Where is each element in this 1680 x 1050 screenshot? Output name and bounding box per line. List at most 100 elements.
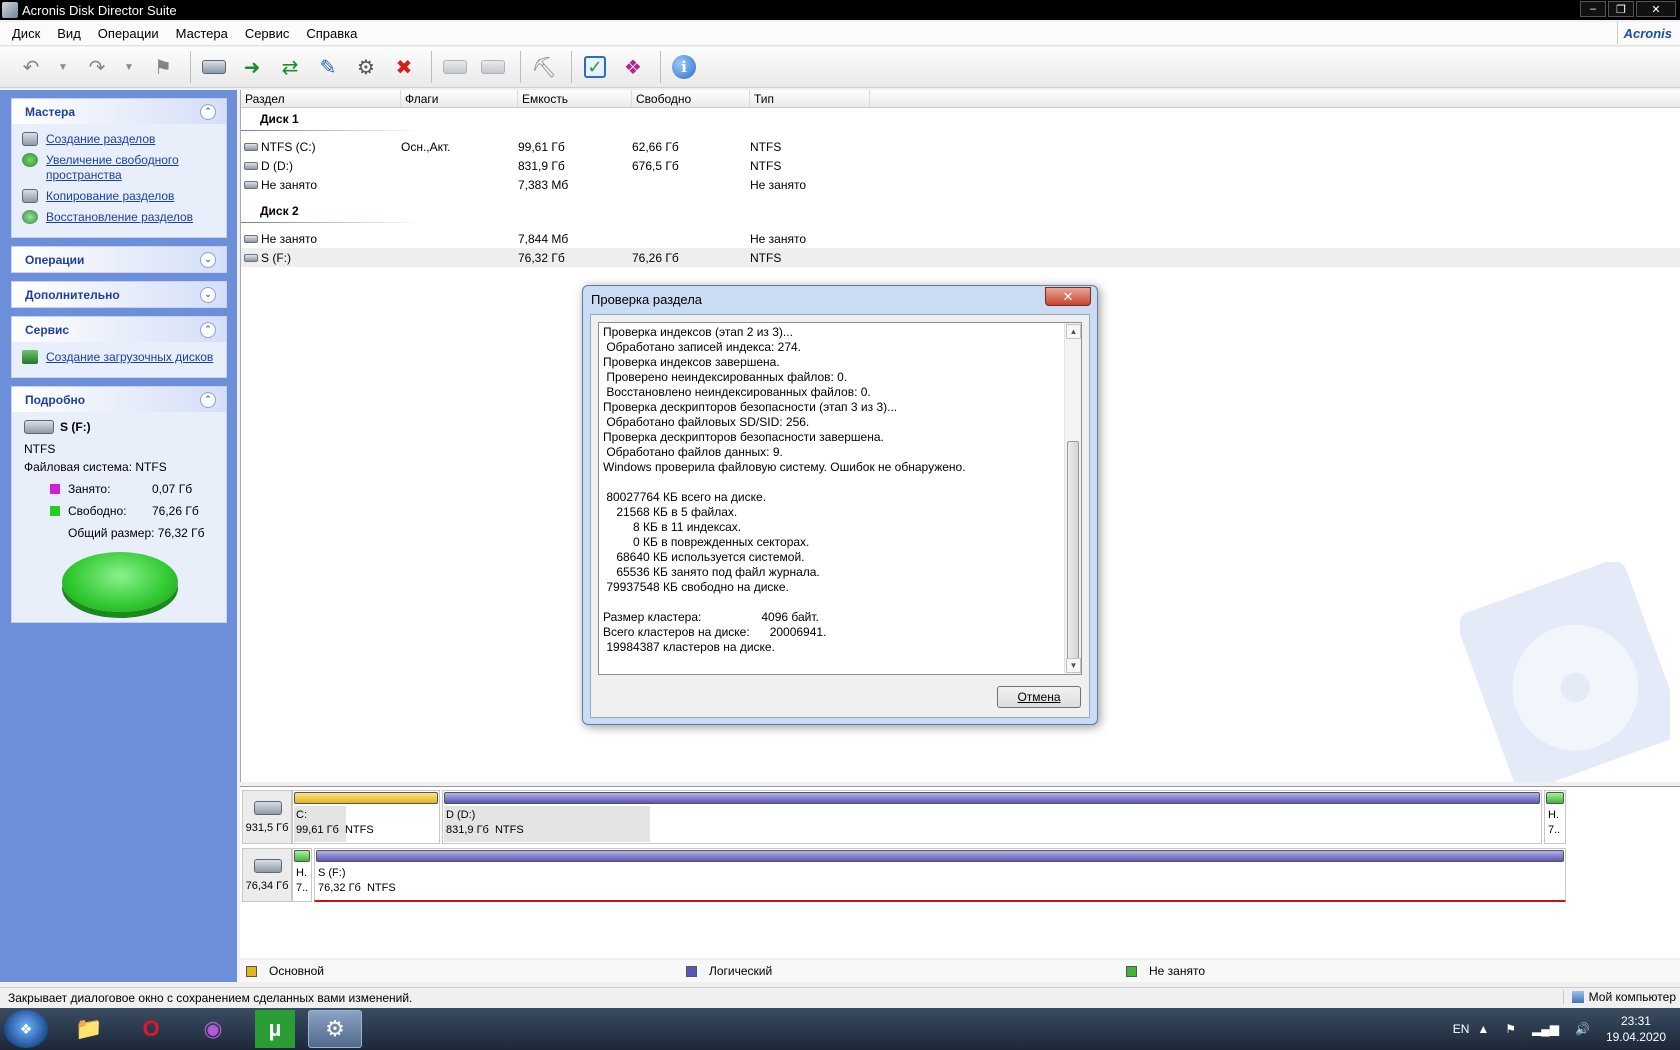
operations-section-header[interactable]: Операции ⌄ bbox=[12, 247, 226, 272]
redo-icon[interactable]: ↷ bbox=[80, 50, 114, 84]
delete-partition-icon[interactable]: ✖ bbox=[387, 50, 421, 84]
boot-disk-icon bbox=[22, 350, 38, 364]
resize-partition-icon[interactable]: ➜ bbox=[235, 50, 269, 84]
free-value: 76,26 Гб bbox=[152, 504, 199, 518]
explorer-taskbar-icon[interactable]: 📁 bbox=[62, 1010, 116, 1048]
menu-disk[interactable]: Диск bbox=[12, 26, 40, 41]
create-partition-link[interactable]: Создание разделов bbox=[22, 132, 220, 147]
collapse-chevron-icon[interactable]: ⌃ bbox=[200, 103, 216, 120]
collapse-chevron-icon[interactable]: ⌃ bbox=[200, 391, 216, 408]
minimize-button[interactable]: – bbox=[1580, 1, 1606, 17]
menu-wizards[interactable]: Мастера bbox=[176, 26, 228, 41]
table-row[interactable]: NTFS (C:) Осн.,Акт. 99,61 Гб 62,66 Гб NTFS bbox=[241, 137, 1680, 156]
collapse-chevron-icon[interactable]: ⌃ bbox=[200, 321, 216, 338]
partition-block-c[interactable]: C: 99,61 Гб NTFS bbox=[292, 790, 440, 844]
undo-dropdown-icon[interactable]: ▼ bbox=[52, 50, 74, 84]
title-bar: Acronis Disk Director Suite – ❐ ✕ bbox=[0, 0, 1680, 20]
partition-block-s[interactable]: S (F:) 76,32 Гб NTFS bbox=[314, 848, 1566, 902]
recover-partition-link[interactable]: Восстановление разделов bbox=[22, 210, 220, 225]
menu-service[interactable]: Сервис bbox=[245, 26, 290, 41]
advanced-section-header[interactable]: Дополнительно ⌄ bbox=[12, 282, 226, 307]
column-capacity[interactable]: Емкость bbox=[518, 90, 632, 107]
column-flags[interactable]: Флаги bbox=[401, 90, 518, 107]
volume-icon[interactable]: 🔊 bbox=[1575, 1022, 1590, 1036]
commit-flag-icon[interactable]: ⚑ bbox=[146, 50, 180, 84]
expand-chevron-icon[interactable]: ⌄ bbox=[200, 251, 216, 268]
partition-block-d[interactable]: D (D:) 831,9 Гб NTFS bbox=[442, 790, 1542, 844]
utorrent-taskbar-icon[interactable]: µ bbox=[255, 1010, 295, 1048]
scroll-thumb[interactable] bbox=[1067, 441, 1079, 659]
cancel-button[interactable]: Отмена bbox=[997, 686, 1081, 708]
toolbar-separator bbox=[431, 51, 432, 83]
disk-map-row-2: 76,34 Гб Н. 7.. S (F:) 76,32 Гб NTFS bbox=[240, 848, 1680, 902]
start-button-windows-icon[interactable]: ❖ bbox=[4, 1010, 48, 1048]
clock-time: 23:31 bbox=[1620, 1014, 1651, 1028]
format-partition-icon[interactable]: ⚙ bbox=[349, 50, 383, 84]
total-size: Общий размер: 76,32 Гб bbox=[68, 526, 205, 540]
check-log-text: Проверка индексов (этап 2 из 3)... Обраб… bbox=[603, 325, 966, 654]
defragment-icon[interactable]: ❖ bbox=[616, 50, 650, 84]
copy-partition-icon[interactable]: ⇄ bbox=[273, 50, 307, 84]
scroll-up-arrow-icon[interactable]: ▲ bbox=[1066, 324, 1081, 339]
clean-brush-icon[interactable]: ⛏ bbox=[527, 50, 561, 84]
disk-group-divider bbox=[241, 130, 541, 131]
advanced-section: Дополнительно ⌄ bbox=[11, 281, 227, 308]
log-scrollbar[interactable]: ▲ ▼ bbox=[1064, 323, 1081, 674]
convert-partition-icon[interactable] bbox=[476, 50, 510, 84]
increase-free-space-link[interactable]: Увеличение свободного пространства bbox=[22, 153, 220, 183]
label-partition-icon[interactable]: ✎ bbox=[311, 50, 345, 84]
toolbar-separator bbox=[660, 51, 661, 83]
opera-taskbar-icon[interactable]: O bbox=[124, 1010, 178, 1048]
table-row[interactable]: Не занято 7,844 Мб Не занято bbox=[241, 229, 1680, 248]
network-signal-icon[interactable]: ▂▄▆ bbox=[1532, 1022, 1559, 1036]
menu-operations[interactable]: Операции bbox=[98, 26, 159, 41]
table-row[interactable]: D (D:) 831,9 Гб 676,5 Гб NTFS bbox=[241, 156, 1680, 175]
acronis-taskbar-icon[interactable]: ⚙ bbox=[308, 1010, 362, 1048]
language-indicator[interactable]: EN bbox=[1453, 1022, 1470, 1036]
advanced-section-title: Дополнительно bbox=[25, 287, 120, 302]
expand-chevron-icon[interactable]: ⌄ bbox=[200, 286, 216, 303]
check-partition-icon[interactable]: ✓ bbox=[578, 50, 612, 84]
action-center-flag-icon[interactable]: ⚑ bbox=[1505, 1022, 1516, 1036]
undo-icon[interactable]: ↶ bbox=[14, 50, 48, 84]
legend-logical: Логический bbox=[709, 964, 773, 978]
info-icon[interactable]: i bbox=[667, 50, 701, 84]
free-label: Свободно: bbox=[68, 504, 127, 518]
disk-1-label[interactable]: 931,5 Гб bbox=[242, 790, 292, 844]
service-section-title: Сервис bbox=[25, 322, 70, 337]
copy-partition-link[interactable]: Копирование разделов bbox=[22, 189, 220, 204]
unallocated-swatch bbox=[1126, 965, 1137, 977]
column-partition[interactable]: Раздел bbox=[241, 90, 401, 107]
status-text: Закрывает диалоговое окно с сохранением … bbox=[8, 991, 413, 1005]
tor-browser-taskbar-icon[interactable]: ◉ bbox=[186, 1010, 240, 1048]
menu-help[interactable]: Справка bbox=[306, 26, 357, 41]
service-section-header[interactable]: Сервис ⌃ bbox=[12, 317, 226, 342]
disk-2-label[interactable]: 76,34 Гб bbox=[242, 848, 292, 902]
scroll-down-arrow-icon[interactable]: ▼ bbox=[1066, 658, 1081, 673]
tray-expand-arrow-icon[interactable]: ▲ bbox=[1477, 1022, 1489, 1036]
restore-button[interactable]: ❐ bbox=[1608, 1, 1634, 17]
column-free[interactable]: Свободно bbox=[632, 90, 750, 107]
create-partition-icon[interactable] bbox=[197, 50, 231, 84]
legend-unallocated: Не занято bbox=[1149, 964, 1206, 978]
partition-block-unallocated[interactable]: Н. 7.. bbox=[292, 848, 312, 902]
check-log-textbox[interactable]: Проверка индексов (этап 2 из 3)... Обраб… bbox=[598, 322, 1082, 675]
table-row-selected[interactable]: S (F:) 76,32 Гб 76,26 Гб NTFS bbox=[241, 248, 1680, 267]
operations-section-title: Операции bbox=[25, 252, 85, 267]
column-type[interactable]: Тип bbox=[750, 90, 870, 107]
details-section-header[interactable]: Подробно ⌃ bbox=[12, 387, 226, 412]
close-window-button[interactable]: ✕ bbox=[1636, 1, 1676, 17]
dialog-close-button[interactable]: ✕ bbox=[1045, 287, 1091, 306]
primary-swatch bbox=[246, 965, 257, 977]
hide-partition-icon[interactable] bbox=[438, 50, 472, 84]
wizards-section-header[interactable]: Мастера ⌃ bbox=[12, 99, 226, 124]
menu-view[interactable]: Вид bbox=[57, 26, 81, 41]
create-boot-disk-link[interactable]: Создание загрузочных дисков bbox=[22, 350, 220, 365]
used-swatch bbox=[50, 484, 60, 494]
partition-block-unallocated[interactable]: Н. 7.. bbox=[1544, 790, 1566, 844]
redo-dropdown-icon[interactable]: ▼ bbox=[118, 50, 140, 84]
table-row[interactable]: Не занято 7,383 Мб Не занято bbox=[241, 175, 1680, 194]
clock[interactable]: 23:31 19.04.2020 bbox=[1606, 1013, 1666, 1045]
wizards-section-title: Мастера bbox=[25, 104, 76, 119]
partition-icon bbox=[244, 234, 258, 243]
